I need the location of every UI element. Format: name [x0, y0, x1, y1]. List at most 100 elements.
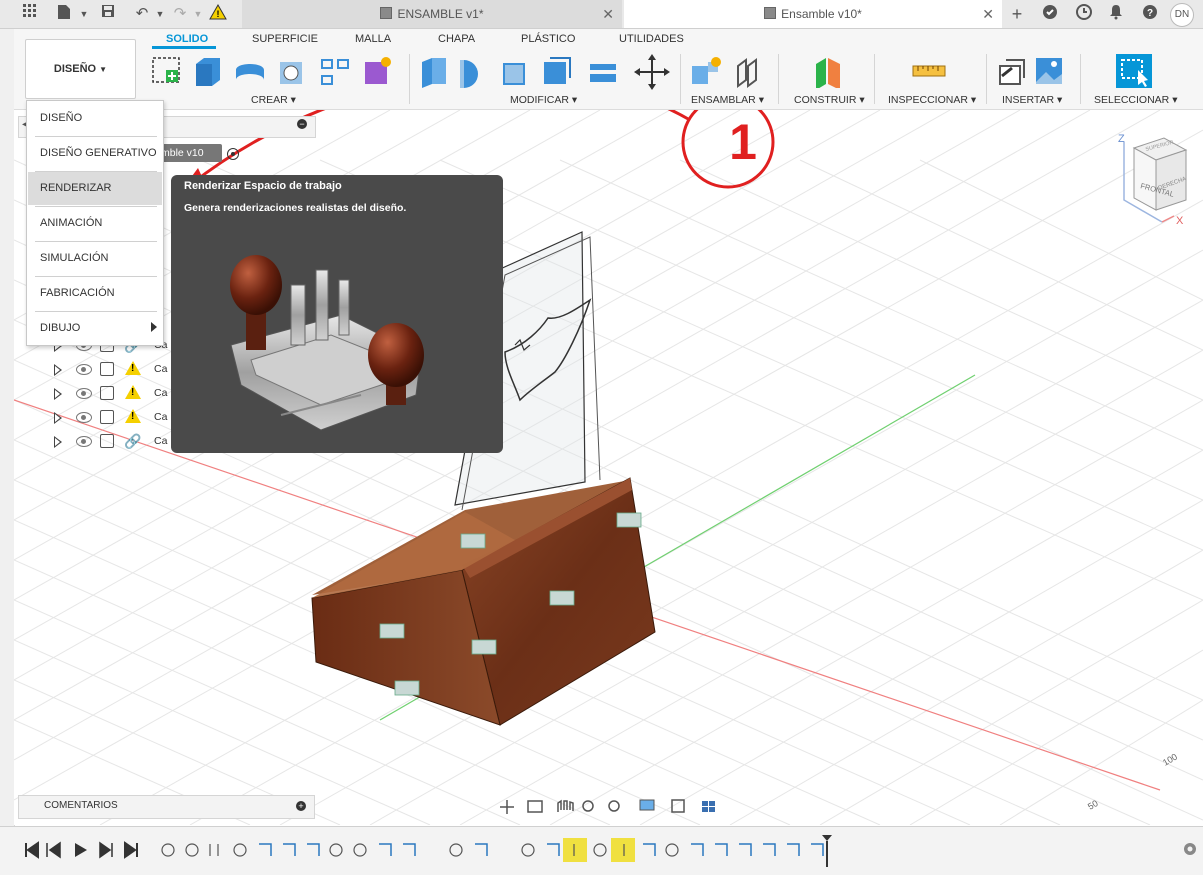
workspace-tooltip: Renderizar Espacio de trabajo Genera ren…	[171, 175, 503, 453]
activate-radio-icon[interactable]	[227, 148, 239, 160]
assemble-tools-icons[interactable]	[690, 52, 766, 92]
component-box-icon	[100, 410, 114, 424]
extensions-icon[interactable]	[1040, 4, 1060, 24]
group-inspeccionar[interactable]: INSPECCIONAR ▾	[888, 94, 976, 106]
tab-plastico[interactable]: PLÁSTICO	[521, 33, 575, 45]
menu-item-diseno-generativo[interactable]: DISEÑO GENERATIVO	[28, 137, 162, 170]
undo-dropdown-icon[interactable]: ▼	[150, 4, 170, 24]
document-tab-ensamble-v10[interactable]: Ensamble v10* ✕	[624, 0, 1002, 28]
tree-row-label: Ca	[154, 411, 168, 423]
timeline-marker-icon	[822, 835, 832, 841]
redo-icon[interactable]: ↷	[170, 4, 190, 24]
close-icon[interactable]: ✕	[602, 0, 614, 28]
zoom-icon	[582, 800, 594, 812]
go-to-end-icon	[124, 841, 138, 859]
document-tab-ensamble-v1[interactable]: ENSAMBLE v1* ✕	[242, 0, 622, 28]
pan-hand-icon	[557, 799, 574, 812]
add-comment-icon[interactable]: +	[296, 801, 306, 811]
create-tools-icons[interactable]	[150, 52, 420, 92]
menu-item-dibujo[interactable]: DIBUJO	[28, 312, 162, 345]
group-label: ENSAMBLAR	[691, 94, 756, 106]
group-label: MODIFICAR	[510, 94, 569, 106]
file-icon[interactable]	[54, 4, 74, 24]
component-icon	[380, 7, 393, 19]
display-settings-icon	[639, 799, 655, 811]
new-tab-plus-icon[interactable]: +	[1007, 4, 1027, 24]
group-construir[interactable]: CONSTRUIR ▾	[794, 94, 865, 106]
component-box-icon	[100, 362, 114, 376]
visibility-eye-icon[interactable]	[76, 412, 92, 423]
left-edge-strip	[0, 29, 15, 874]
comments-panel[interactable]: COMENTARIOS +	[18, 795, 315, 819]
file-dropdown-icon[interactable]: ▼	[74, 4, 94, 24]
workspace-label: DISEÑO	[53, 63, 97, 75]
tree-row[interactable]: Ca	[50, 359, 172, 381]
menu-item-animacion[interactable]: ANIMACIÓN	[28, 207, 162, 240]
group-label: CONSTRUIR	[794, 94, 857, 106]
tree-row[interactable]: Ca	[50, 407, 172, 429]
go-to-start-icon	[25, 841, 39, 859]
timeline-controls[interactable]	[0, 827, 1203, 875]
insert-tools-icons[interactable]	[996, 54, 1062, 88]
chevron-down-icon: ▼	[99, 65, 108, 74]
group-seleccionar[interactable]: SELECCIONAR ▾	[1094, 94, 1177, 106]
help-icon[interactable]: ?	[1140, 4, 1160, 24]
pattern-icon	[321, 59, 349, 85]
viewcube[interactable]: FRONTAL DERECHA SUPERIOR Z X	[1104, 128, 1199, 228]
expand-arrow-icon[interactable]	[54, 388, 62, 400]
group-label: INSERTAR	[1002, 94, 1055, 106]
navigation-toolbar[interactable]	[496, 796, 730, 818]
new-sketch-icon	[152, 57, 180, 83]
user-avatar[interactable]: DN	[1170, 3, 1194, 27]
save-icon[interactable]	[98, 4, 118, 24]
expand-arrow-icon[interactable]	[54, 364, 62, 376]
redo-dropdown-icon[interactable]: ▼	[188, 4, 208, 24]
tab-chapa[interactable]: CHAPA	[438, 33, 475, 45]
visibility-eye-icon[interactable]	[76, 364, 92, 375]
tab-superficie[interactable]: SUPERFICIE	[252, 33, 318, 45]
warning-icon[interactable]: !	[208, 3, 228, 24]
undo-icon[interactable]: ↶	[132, 4, 152, 24]
menu-item-diseno[interactable]: DISEÑO	[28, 102, 162, 135]
tab-malla[interactable]: MALLA	[355, 33, 391, 45]
group-crear[interactable]: CREAR ▾	[251, 94, 296, 106]
menu-item-fabricacion[interactable]: FABRICACIÓN	[28, 277, 162, 310]
modify-tools-icons[interactable]	[418, 52, 674, 92]
grid-label-100: 100	[1161, 752, 1179, 768]
collapse-panel-icon[interactable]: −	[297, 119, 307, 129]
divider	[1080, 54, 1081, 104]
apps-grid-icon[interactable]	[20, 4, 40, 24]
orbit-icon	[500, 800, 514, 814]
workspace-switcher-button[interactable]: DISEÑO ▼	[25, 39, 136, 99]
job-status-clock-icon[interactable]	[1074, 4, 1094, 24]
select-tool-icon[interactable]	[1114, 52, 1154, 90]
revolve-icon	[236, 64, 264, 80]
construct-plane-icon[interactable]	[812, 54, 846, 88]
measure-ruler-icon[interactable]	[912, 60, 946, 80]
look-at-icon	[527, 800, 543, 813]
expand-arrow-icon[interactable]	[54, 412, 62, 424]
axis-x-label: X	[1176, 215, 1184, 227]
divider	[680, 54, 681, 104]
group-modificar[interactable]: MODIFICAR ▾	[510, 94, 577, 106]
visibility-eye-icon[interactable]	[76, 436, 92, 447]
group-insertar[interactable]: INSERTAR ▾	[1002, 94, 1062, 106]
tab-utilidades[interactable]: UTILIDADES	[619, 33, 684, 45]
fit-icon	[608, 800, 620, 812]
notifications-bell-icon[interactable]	[1106, 4, 1126, 24]
step-back-icon	[46, 841, 61, 859]
expand-arrow-icon[interactable]	[54, 436, 62, 448]
component-box-icon	[100, 386, 114, 400]
menu-item-simulacion[interactable]: SIMULACIÓN	[28, 242, 162, 275]
close-icon[interactable]: ✕	[982, 0, 994, 28]
divider	[986, 54, 987, 104]
tree-row[interactable]: 🔗 Ca	[50, 431, 172, 453]
tree-row[interactable]: Ca	[50, 383, 172, 405]
menu-item-renderizar[interactable]: RENDERIZAR	[28, 172, 162, 205]
tab-label: ENSAMBLE v1*	[397, 7, 484, 21]
visibility-eye-icon[interactable]	[76, 388, 92, 399]
tree-row-label: Ca	[154, 435, 168, 447]
svg-text:!: !	[217, 9, 220, 19]
group-ensamblar[interactable]: ENSAMBLAR ▾	[691, 94, 764, 106]
tab-solido[interactable]: SOLIDO	[166, 33, 208, 45]
